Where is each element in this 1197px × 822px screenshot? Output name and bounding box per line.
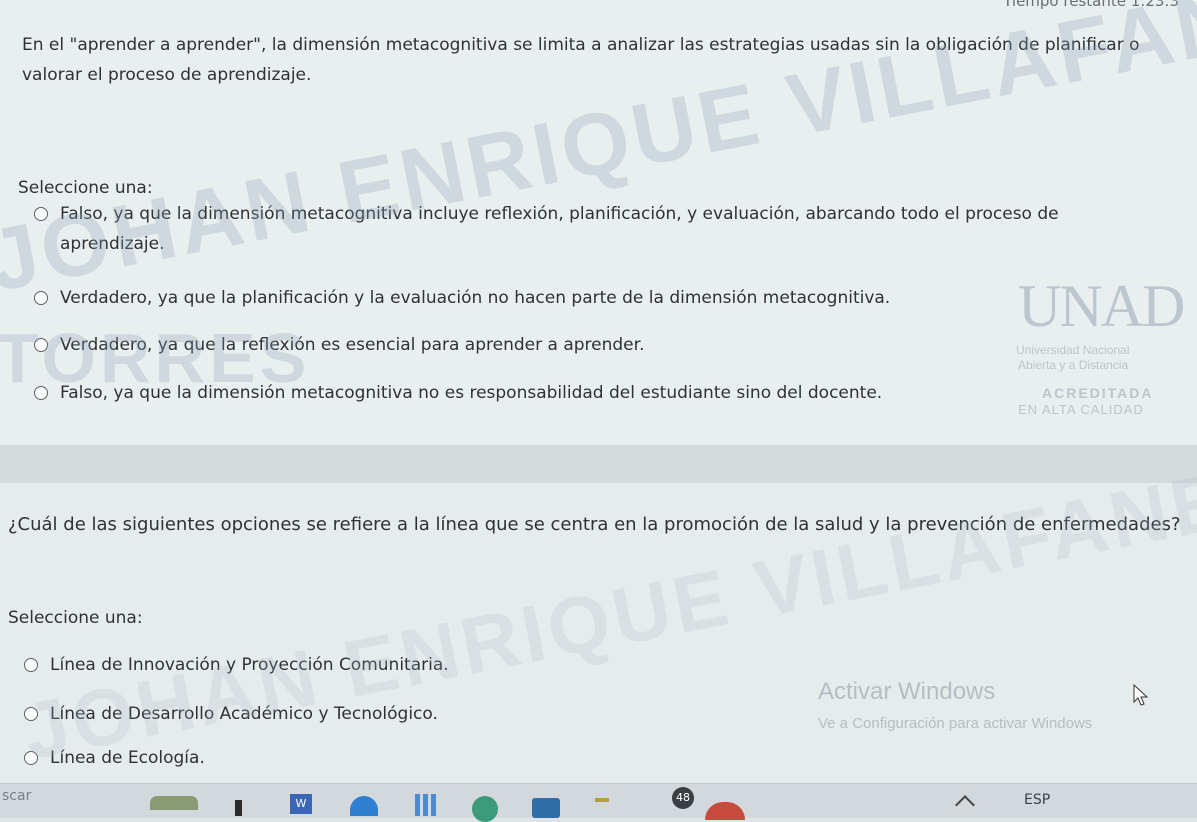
question-1-option-3[interactable]: Verdadero, ya que la reflexión es esenci… (34, 330, 644, 360)
radio-button[interactable] (34, 338, 48, 352)
word-icon[interactable]: W (290, 794, 312, 814)
unad-logo-acreditada: ACREDITADA (1042, 385, 1154, 401)
option-label: Falso, ya que la dimensión metacognitiva… (60, 383, 883, 403)
browser-icon[interactable] (472, 796, 498, 822)
store-icon[interactable] (415, 794, 439, 816)
option-label: Línea de Ecología. (50, 748, 205, 768)
option-label: Verdadero, ya que la planificación y la … (60, 288, 891, 308)
mail-icon[interactable] (532, 798, 560, 818)
chrome-icon[interactable] (705, 802, 745, 820)
question-1-option-2[interactable]: Verdadero, ya que la planificación y la … (34, 283, 890, 313)
activate-windows-subtitle: Ve a Configuración para activar Windows (818, 715, 1093, 732)
activate-windows-title: Activar Windows (818, 678, 996, 705)
time-remaining: Tiempo restante 1:23:3 (1003, 0, 1179, 10)
radio-button[interactable] (24, 751, 38, 765)
question-1-option-4[interactable]: Falso, ya que la dimensión metacognitiva… (34, 378, 882, 408)
question-1-card: Tiempo restante 1:23:3 En el "aprender a… (0, 0, 1197, 445)
option-label: Línea de Desarrollo Académico y Tecnológ… (50, 704, 438, 724)
unad-logo-title: UNAD (1018, 273, 1185, 339)
option-label: Verdadero, ya que la reflexión es esenci… (60, 335, 645, 355)
option-label: Línea de Innovación y Proyección Comunit… (50, 655, 449, 675)
question-2-card: ¿Cuál de las siguientes opciones se refi… (0, 483, 1197, 783)
taskbar-app-icon[interactable] (235, 800, 242, 816)
radio-button[interactable] (34, 207, 48, 221)
taskbar-search-text[interactable]: scar (2, 788, 31, 804)
question-1-text: En el "aprender a aprender", la dimensió… (22, 35, 1140, 85)
notification-badge[interactable]: 48 (672, 787, 694, 809)
radio-button[interactable] (34, 291, 48, 305)
language-indicator[interactable]: ESP (1024, 792, 1050, 808)
radio-button[interactable] (34, 386, 48, 400)
question-2-option-3[interactable]: Línea de Ecología. (24, 743, 205, 773)
chevron-up-icon[interactable] (955, 795, 975, 815)
radio-button[interactable] (24, 658, 38, 672)
question-2-text: ¿Cuál de las siguientes opciones se refi… (8, 514, 1181, 535)
taskbar: scar W 48 ESP (0, 783, 1197, 822)
unad-logo-line-1: Universidad Nacional (1016, 343, 1130, 357)
unad-logo-alta-calidad: EN ALTA CALIDAD (1018, 402, 1144, 417)
question-2-option-1[interactable]: Línea de Innovación y Proyección Comunit… (24, 650, 449, 680)
edge-icon[interactable] (350, 796, 378, 816)
option-label: Falso, ya que la dimensión metacognitiva… (60, 204, 1059, 254)
unad-logo-line-2: Abierta y a Distancia (1018, 358, 1129, 372)
question-1-option-1[interactable]: Falso, ya que la dimensión metacognitiva… (34, 199, 1114, 259)
radio-button[interactable] (24, 707, 38, 721)
question-2-select-label: Seleccione una: (8, 608, 143, 628)
taskbar-widgets-icon[interactable] (150, 796, 198, 810)
mouse-cursor-icon (1133, 684, 1149, 706)
folder-icon[interactable] (595, 798, 609, 802)
question-1-select-label: Seleccione una: (18, 178, 153, 198)
question-2-option-2[interactable]: Línea de Desarrollo Académico y Tecnológ… (24, 699, 438, 729)
question-separator (0, 445, 1197, 483)
